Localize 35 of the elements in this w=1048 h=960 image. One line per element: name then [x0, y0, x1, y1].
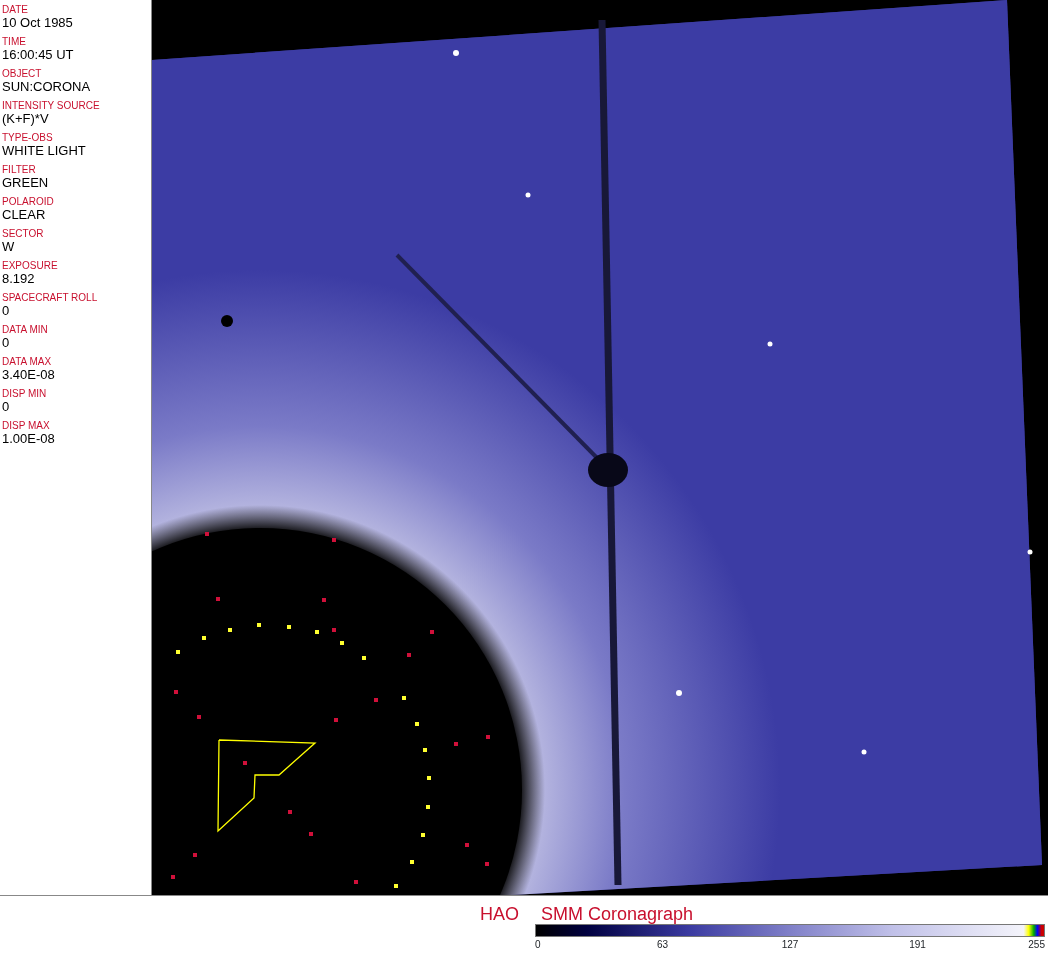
field-label: DATE	[2, 4, 29, 15]
field-value: 3.40E-08	[2, 367, 56, 382]
field-value: WHITE LIGHT	[2, 143, 87, 158]
tick-label: 191	[909, 939, 926, 951]
field-value: 0	[2, 303, 11, 318]
field-label: DISP MAX	[2, 420, 51, 431]
image-title: SMM Coronagraph	[541, 904, 694, 924]
tick-label: 63	[656, 939, 669, 951]
field-label: DISP MIN	[2, 388, 48, 399]
tick-label: 255	[1028, 939, 1045, 951]
field-label: TYPE-OBS	[2, 132, 54, 143]
field-value: 0	[2, 399, 11, 414]
tick-label: 127	[781, 939, 799, 951]
field-value: SUN:CORONA	[2, 79, 92, 94]
field-value: 10 Oct 1985	[2, 15, 74, 30]
field-label: SPACECRAFT ROLL	[2, 292, 99, 303]
field-value: W	[2, 239, 16, 254]
field-label: FILTER	[2, 164, 37, 175]
field-label: SECTOR	[2, 228, 45, 239]
tick-label: 0	[535, 939, 541, 951]
field-label: DATA MAX	[2, 356, 53, 367]
field-label: DATA MIN	[2, 324, 49, 335]
field-value: 8.192	[2, 271, 36, 286]
field-value: (K+F)*V	[2, 111, 50, 126]
field-value: 0	[2, 335, 11, 350]
field-label: OBJECT	[2, 68, 43, 79]
field-label: INTENSITY SOURCE	[2, 100, 101, 111]
field-value: GREEN	[2, 175, 50, 190]
field-value: CLEAR	[2, 207, 47, 222]
field-label: POLAROID	[2, 196, 55, 207]
field-label: EXPOSURE	[2, 260, 59, 271]
field-value: 1.00E-08	[2, 431, 56, 446]
field-value: 16:00:45 UT	[2, 47, 75, 62]
field-label: TIME	[2, 36, 27, 47]
image-title: HAO	[480, 904, 519, 924]
